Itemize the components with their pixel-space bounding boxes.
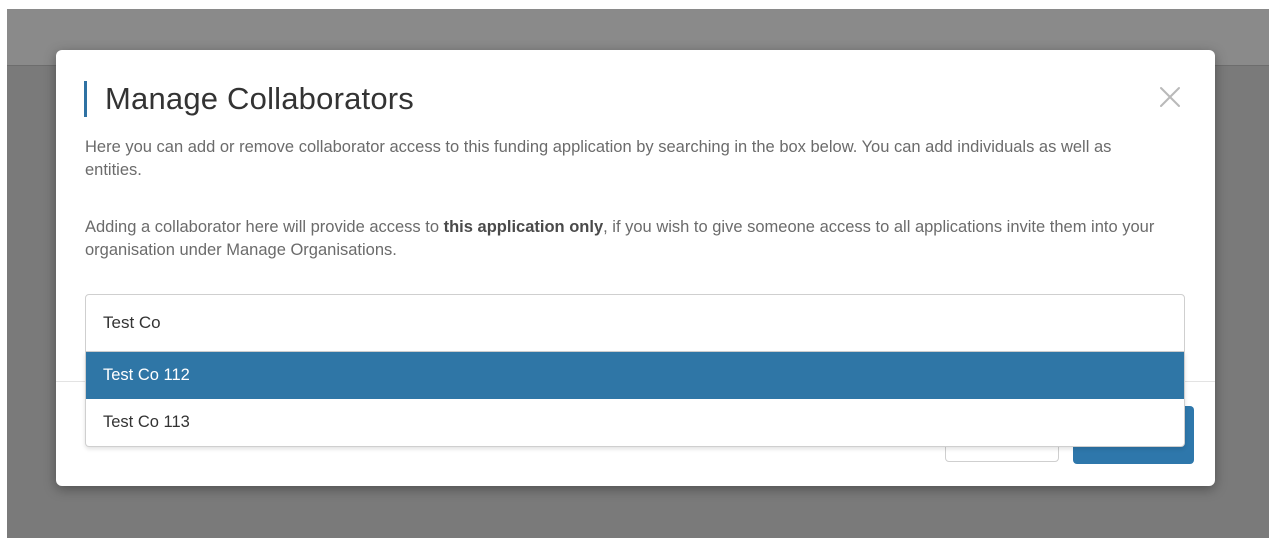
modal-header: Manage Collaborators bbox=[84, 80, 414, 118]
search-result-option[interactable]: Test Co 112 bbox=[86, 352, 1184, 399]
title-accent-bar bbox=[84, 81, 87, 117]
access-note-paragraph: Adding a collaborator here will provide … bbox=[85, 216, 1165, 262]
access-note-text-start: Adding a collaborator here will provide … bbox=[85, 218, 444, 236]
collaborator-search-input[interactable] bbox=[85, 294, 1185, 352]
modal-title: Manage Collaborators bbox=[105, 81, 415, 116]
search-result-option[interactable]: Test Co 113 bbox=[86, 399, 1184, 446]
collaborator-search: Test Co 112 Test Co 113 bbox=[85, 294, 1185, 447]
access-note-emphasis: this application only bbox=[443, 218, 604, 236]
manage-collaborators-dialog: Manage Collaborators Here you can add or… bbox=[56, 50, 1215, 486]
intro-paragraph: Here you can add or remove collaborator … bbox=[85, 138, 1112, 179]
close-icon[interactable] bbox=[1157, 84, 1183, 110]
search-results-dropdown: Test Co 112 Test Co 113 bbox=[85, 352, 1185, 447]
